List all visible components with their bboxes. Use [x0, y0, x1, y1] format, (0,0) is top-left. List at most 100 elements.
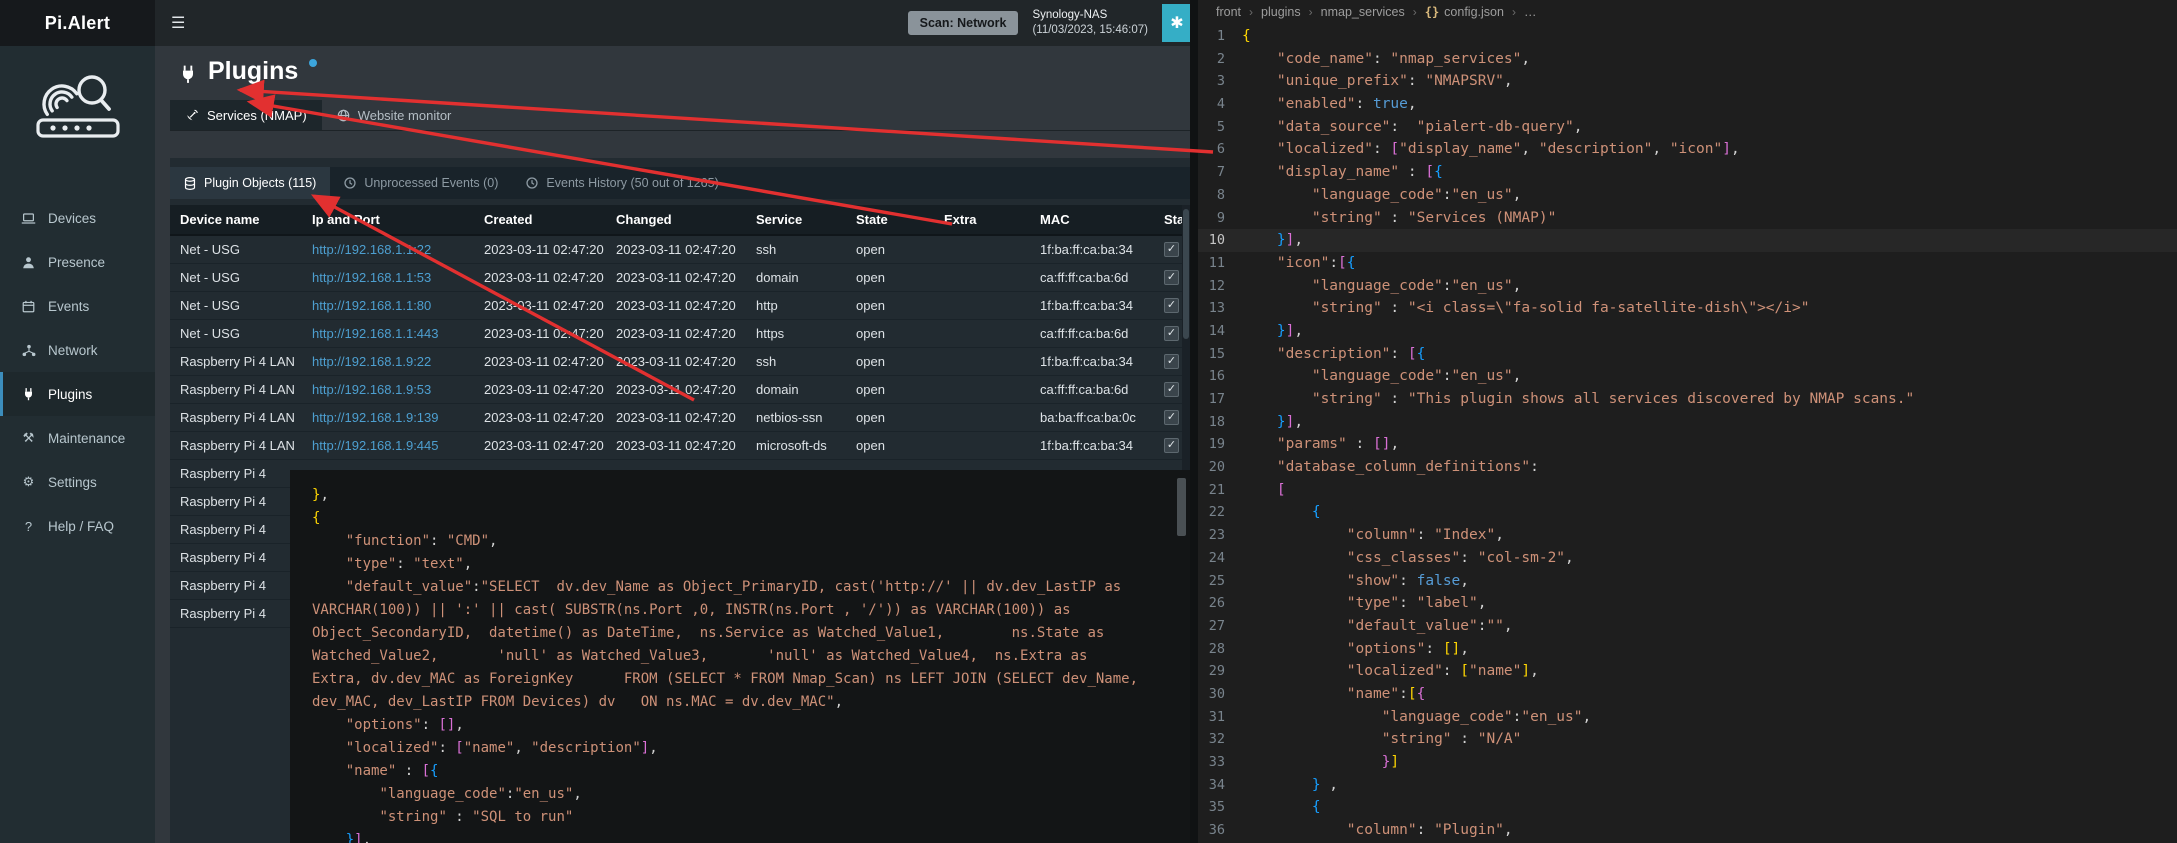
code-line[interactable]: 25 "show": false,: [1198, 570, 2177, 593]
code-line[interactable]: 27 "default_value":"",: [1198, 615, 2177, 638]
code-line[interactable]: 4 "enabled": true,: [1198, 93, 2177, 116]
column-header-mac[interactable]: MAC: [1030, 205, 1154, 235]
subtab-events-history-50-out-of-1265[interactable]: Events History (50 out of 1265): [512, 167, 732, 199]
ip-port-link[interactable]: http://192.168.1.1:80: [312, 298, 431, 313]
cell-extra: [934, 320, 1030, 348]
table-scrollbar-thumb[interactable]: [1183, 209, 1189, 339]
code-line[interactable]: 9 "string" : "Services (NMAP)": [1198, 207, 2177, 230]
ip-port-link[interactable]: http://192.168.1.9:22: [312, 354, 431, 369]
breadcrumb-item-more[interactable]: …: [1524, 5, 1537, 19]
cell-changed: 2023-03-11 02:47:20: [606, 235, 746, 264]
code-line[interactable]: 36 "column": "Plugin",: [1198, 819, 2177, 842]
pialert-logo-art: [0, 46, 155, 146]
column-header-extra[interactable]: Extra: [934, 205, 1030, 235]
code-line[interactable]: 8 "language_code":"en_us",: [1198, 184, 2177, 207]
code-line[interactable]: 28 "options": [],: [1198, 638, 2177, 661]
code-line[interactable]: 21 [: [1198, 479, 2177, 502]
breadcrumb-item-plugins[interactable]: plugins: [1261, 5, 1301, 19]
cell-device-name: Net - USG: [170, 235, 302, 264]
code-line[interactable]: 6 "localized": ["display_name", "descrip…: [1198, 138, 2177, 161]
code-line[interactable]: 2 "code_name": "nmap_services",: [1198, 48, 2177, 71]
pane-divider[interactable]: [1190, 0, 1198, 843]
column-header-service[interactable]: Service: [746, 205, 846, 235]
sidebar-item-events[interactable]: Events: [0, 284, 155, 328]
column-header-created[interactable]: Created: [474, 205, 606, 235]
code-line[interactable]: 1{: [1198, 25, 2177, 48]
status-checkbox[interactable]: ✓: [1164, 438, 1179, 453]
overlay-scrollbar-thumb[interactable]: [1177, 478, 1186, 536]
app-logo[interactable]: Pi.Alert: [0, 0, 155, 46]
code-line[interactable]: 22 {: [1198, 501, 2177, 524]
code-line[interactable]: 35 {: [1198, 796, 2177, 819]
code-line[interactable]: 15 "description": [{: [1198, 343, 2177, 366]
breadcrumb-item-nmap-services[interactable]: nmap_services: [1321, 5, 1405, 19]
code-line[interactable]: 3 "unique_prefix": "NMAPSRV",: [1198, 70, 2177, 93]
status-checkbox[interactable]: ✓: [1164, 242, 1179, 257]
status-checkbox[interactable]: ✓: [1164, 326, 1179, 341]
sidebar-item-devices[interactable]: Devices: [0, 196, 155, 240]
info-dot-icon[interactable]: [309, 59, 317, 67]
cell-device-name: Net - USG: [170, 292, 302, 320]
status-checkbox[interactable]: ✓: [1164, 270, 1179, 285]
code-line[interactable]: 7 "display_name" : [{: [1198, 161, 2177, 184]
subtab-unprocessed-events-0[interactable]: Unprocessed Events (0): [330, 167, 512, 199]
column-header-ip-and-port[interactable]: Ip and Port: [302, 205, 474, 235]
code-line[interactable]: 14 }],: [1198, 320, 2177, 343]
breadcrumb: front›plugins›nmap_services›{}config.jso…: [1198, 0, 2177, 23]
ip-port-link[interactable]: http://192.168.1.9:139: [312, 410, 439, 425]
code-line[interactable]: 34 } ,: [1198, 774, 2177, 797]
sidebar-item-settings[interactable]: ⚙Settings: [0, 460, 155, 504]
code-line[interactable]: 10 }],: [1198, 229, 2177, 252]
ip-port-link[interactable]: http://192.168.1.1:22: [312, 242, 431, 257]
code-line[interactable]: 19 "params" : [],: [1198, 433, 2177, 456]
sidebar-item-plugins[interactable]: Plugins: [0, 372, 155, 416]
code-line[interactable]: 20 "database_column_definitions":: [1198, 456, 2177, 479]
status-checkbox[interactable]: ✓: [1164, 298, 1179, 313]
code-line[interactable]: 32 "string" : "N/A": [1198, 728, 2177, 751]
tab-website-monitor[interactable]: Website monitor: [322, 100, 467, 130]
cell-ip-port: http://192.168.1.9:445: [302, 432, 474, 460]
code-line[interactable]: 13 "string" : "<i class=\"fa-solid fa-sa…: [1198, 297, 2177, 320]
sidebar-item-maintenance[interactable]: ⚒Maintenance: [0, 416, 155, 460]
table-row: Raspberry Pi 4 LANhttp://192.168.1.9:445…: [170, 432, 1190, 460]
code-line[interactable]: 31 "language_code":"en_us",: [1198, 706, 2177, 729]
code-line[interactable]: 29 "localized": ["name"],: [1198, 660, 2177, 683]
status-checkbox[interactable]: ✓: [1164, 382, 1179, 397]
code-line[interactable]: 17 "string" : "This plugin shows all ser…: [1198, 388, 2177, 411]
breadcrumb-item-front[interactable]: front: [1216, 5, 1241, 19]
snowflake-icon[interactable]: ✱: [1162, 4, 1192, 42]
code-line[interactable]: 23 "column": "Index",: [1198, 524, 2177, 547]
code-line[interactable]: 24 "css_classes": "col-sm-2",: [1198, 547, 2177, 570]
sidebar-item-network[interactable]: Network: [0, 328, 155, 372]
code-line[interactable]: 12 "language_code":"en_us",: [1198, 275, 2177, 298]
editor-code-area[interactable]: 1{2 "code_name": "nmap_services",3 "uniq…: [1198, 25, 2177, 842]
status-checkbox[interactable]: ✓: [1164, 410, 1179, 425]
tab-services-nmap[interactable]: Services (NMAP): [170, 100, 322, 130]
ip-port-link[interactable]: http://192.168.1.1:443: [312, 326, 439, 341]
sidebar-item-presence[interactable]: Presence: [0, 240, 155, 284]
ip-port-link[interactable]: http://192.168.1.9:53: [312, 382, 431, 397]
code-line[interactable]: 11 "icon":[{: [1198, 252, 2177, 275]
line-text: "options": [],: [1242, 638, 1469, 661]
hamburger-menu-icon[interactable]: ☰: [171, 13, 185, 33]
breadcrumb-item-config-json[interactable]: {}config.json: [1425, 5, 1504, 19]
ip-port-link[interactable]: http://192.168.1.9:445: [312, 438, 439, 453]
status-checkbox[interactable]: ✓: [1164, 354, 1179, 369]
code-line[interactable]: 5 "data_source": "pialert-db-query",: [1198, 116, 2177, 139]
cell-mac: ba:ba:ff:ca:ba:0c: [1030, 404, 1154, 432]
column-header-device-name[interactable]: Device name: [170, 205, 302, 235]
cell-changed: 2023-03-11 02:47:20: [606, 432, 746, 460]
ip-port-link[interactable]: http://192.168.1.1:53: [312, 270, 431, 285]
code-line[interactable]: 16 "language_code":"en_us",: [1198, 365, 2177, 388]
breadcrumb-label: …: [1524, 5, 1537, 19]
subtab-plugin-objects-115[interactable]: Plugin Objects (115): [170, 167, 330, 199]
column-header-changed[interactable]: Changed: [606, 205, 746, 235]
code-line[interactable]: 26 "type": "label",: [1198, 592, 2177, 615]
code-line[interactable]: 30 "name":[{: [1198, 683, 2177, 706]
column-header-state[interactable]: State: [846, 205, 934, 235]
code-line[interactable]: 33 }]: [1198, 751, 2177, 774]
sidebar-item-help-faq[interactable]: ?Help / FAQ: [0, 504, 155, 548]
cell-ip-port: http://192.168.1.9:22: [302, 348, 474, 376]
code-line[interactable]: 18 }],: [1198, 411, 2177, 434]
cell-extra: [934, 348, 1030, 376]
